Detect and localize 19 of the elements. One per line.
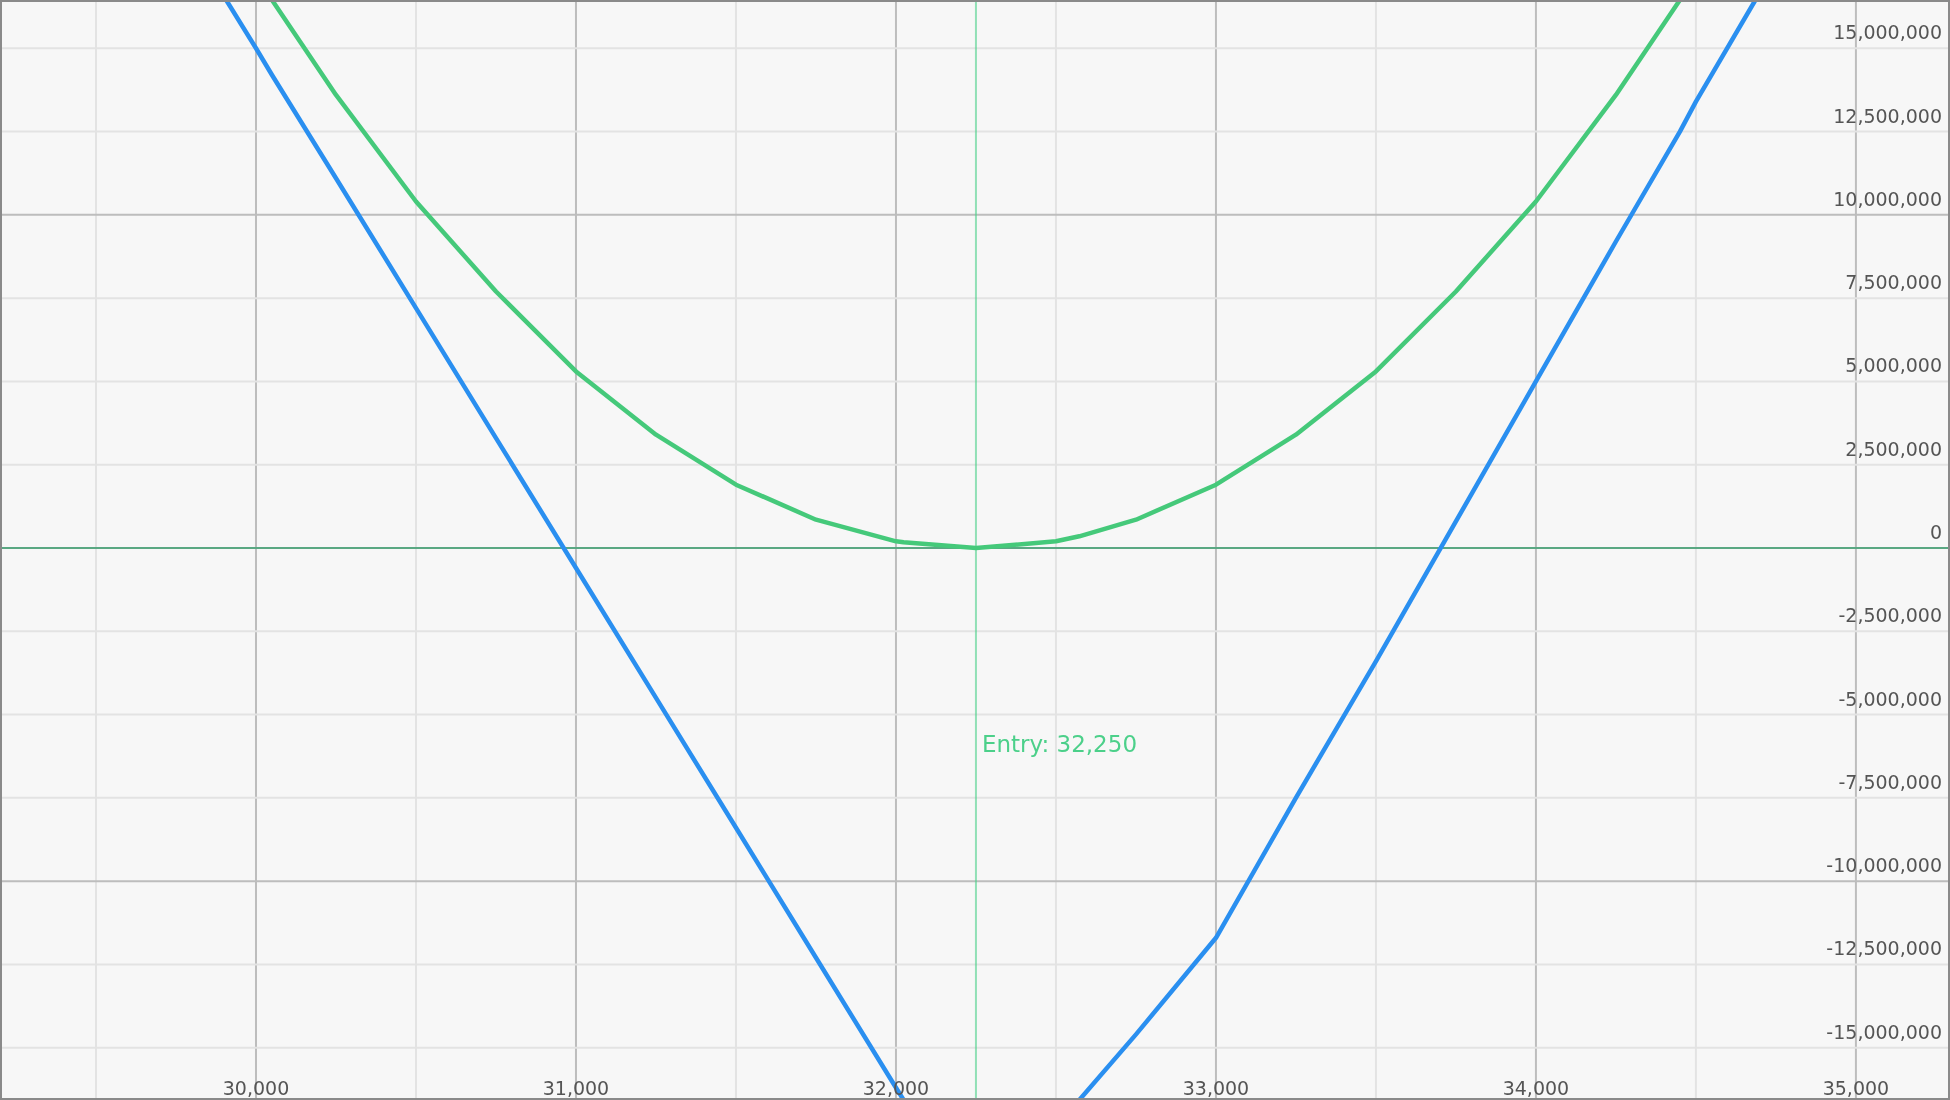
x-axis-label: 31,000 xyxy=(542,1077,610,1099)
y-axis-label: 2,500,000 xyxy=(1845,437,1942,460)
entry-label: Entry: 32,250 xyxy=(981,731,1137,757)
y-axis-label: 12,500,000 xyxy=(1833,104,1942,127)
y-axis-label: 7,500,000 xyxy=(1845,271,1942,294)
y-axis-label: 15,000,000 xyxy=(1833,21,1942,44)
y-axis-label: -5,000,000 xyxy=(1838,687,1942,710)
y-axis-label: -7,500,000 xyxy=(1838,770,1942,793)
x-axis-label: 33,000 xyxy=(1182,1077,1250,1099)
y-axis-label: -10,000,000 xyxy=(1826,854,1942,877)
y-axis-label: -15,000,000 xyxy=(1826,1020,1942,1043)
y-axis-label: 0 xyxy=(1929,521,1942,543)
y-axis-label: -12,500,000 xyxy=(1826,937,1942,960)
y-axis-label: -2,500,000 xyxy=(1838,604,1942,627)
x-axis-label: 35,000 xyxy=(1822,1077,1890,1099)
x-axis-label: 34,000 xyxy=(1502,1077,1570,1099)
x-axis-label: 30,000 xyxy=(222,1077,290,1099)
y-axis-label: 5,000,000 xyxy=(1845,354,1942,377)
y-axis-label: 10,000,000 xyxy=(1833,187,1942,210)
